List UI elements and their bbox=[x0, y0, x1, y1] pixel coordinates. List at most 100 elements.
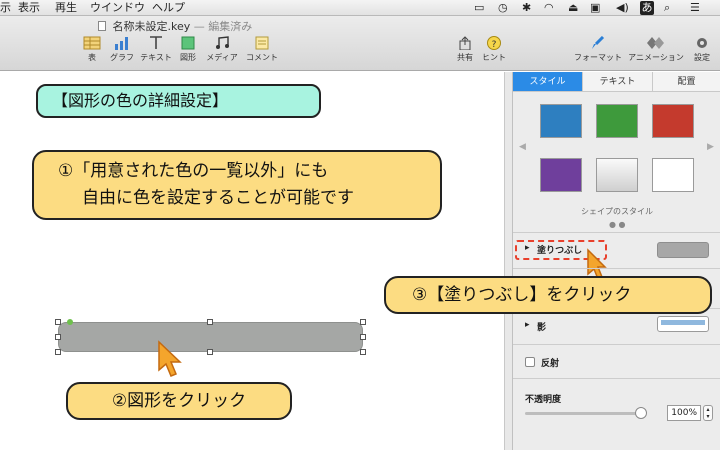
document-settings-label: 設定 bbox=[694, 53, 710, 62]
airplay-icon[interactable]: ▭ bbox=[474, 0, 484, 16]
shadow-preview bbox=[661, 320, 705, 325]
note-callout-2: ②図形をクリック bbox=[66, 382, 292, 420]
note-callout-1: ①「用意された色の一覧以外」にも 自由に色を設定することが可能です bbox=[32, 150, 442, 220]
shadow-style-picker[interactable] bbox=[657, 316, 709, 332]
spotlight-search-icon[interactable]: ⌕ bbox=[664, 0, 670, 16]
tab-style[interactable]: スタイル bbox=[513, 72, 583, 92]
menu-item-play[interactable]: 再生 bbox=[55, 0, 77, 16]
fill-label[interactable]: 塗りつぶし bbox=[537, 243, 582, 256]
chart-button-label: グラフ bbox=[110, 53, 134, 62]
battery-icon[interactable]: ▣ bbox=[590, 0, 600, 16]
opacity-label: 不透明度 bbox=[525, 395, 562, 405]
wifi-icon[interactable]: ◠ bbox=[544, 0, 554, 16]
text-icon bbox=[150, 36, 162, 49]
style-swatch-purple[interactable] bbox=[540, 158, 582, 192]
reflection-label: 反射 bbox=[541, 359, 560, 369]
table-icon bbox=[83, 36, 101, 50]
document-settings-button[interactable]: 設定 bbox=[684, 36, 720, 63]
selection-handle[interactable] bbox=[55, 349, 61, 355]
style-swatch-red[interactable] bbox=[652, 104, 694, 138]
selected-shape[interactable] bbox=[58, 322, 363, 352]
animation-button-label: アニメーション bbox=[628, 53, 684, 62]
shape-icon bbox=[181, 36, 195, 50]
selection-handle[interactable] bbox=[360, 334, 366, 340]
gear-icon bbox=[697, 38, 707, 48]
selection-handle[interactable] bbox=[207, 349, 213, 355]
eject-icon[interactable]: ⏏ bbox=[568, 0, 578, 16]
divider bbox=[513, 378, 720, 379]
opacity-stepper[interactable]: ▴ ▾ bbox=[703, 405, 713, 421]
format-button[interactable]: フォーマット bbox=[572, 36, 624, 63]
menu-item-window[interactable]: ウインドウ bbox=[90, 0, 145, 16]
svg-text:?: ? bbox=[492, 40, 497, 50]
page-indicator-dots: ● ● bbox=[609, 220, 626, 229]
volume-icon[interactable]: ◀) bbox=[616, 0, 629, 16]
style-swatch-white[interactable] bbox=[652, 158, 694, 192]
comment-button[interactable]: コメント bbox=[240, 36, 284, 63]
style-swatch-blue[interactable] bbox=[540, 104, 582, 138]
menu-bar: 示 表示 再生 ウインドウ ヘルプ ▭ ◷ ✱ ◠ ⏏ ▣ ◀) あ ⌕ ☰ bbox=[0, 0, 720, 16]
table-button-label: 表 bbox=[88, 53, 96, 62]
document-name: 名称未設定.key bbox=[112, 20, 191, 33]
input-mode-indicator[interactable]: あ bbox=[640, 1, 654, 15]
share-button-label: 共有 bbox=[457, 53, 473, 62]
selection-handle[interactable] bbox=[360, 349, 366, 355]
divider bbox=[513, 344, 720, 345]
menu-item-partial[interactable]: 示 bbox=[0, 0, 11, 16]
media-button[interactable]: メディア bbox=[200, 36, 244, 63]
media-button-label: メディア bbox=[206, 53, 238, 62]
opacity-slider-track[interactable] bbox=[525, 412, 643, 415]
tips-button-label: ヒント bbox=[482, 53, 506, 62]
animation-icon bbox=[647, 37, 664, 49]
menu-item-help[interactable]: ヘルプ bbox=[152, 0, 185, 16]
slide-canvas[interactable]: 【図形の色の詳細設定】 ①「用意された色の一覧以外」にも 自由に色を設定すること… bbox=[0, 72, 504, 450]
fill-color-well[interactable] bbox=[657, 242, 709, 258]
rotation-handle[interactable] bbox=[67, 319, 73, 325]
canvas-scroll-gutter bbox=[504, 72, 512, 450]
previous-styles-arrow-icon[interactable]: ◀ bbox=[519, 142, 526, 152]
menu-item-view[interactable]: 表示 bbox=[18, 0, 40, 16]
comment-icon bbox=[255, 36, 269, 50]
time-machine-icon[interactable]: ◷ bbox=[498, 0, 508, 16]
reflection-checkbox[interactable] bbox=[525, 357, 535, 367]
media-icon bbox=[216, 36, 229, 49]
question-icon: ? bbox=[487, 36, 501, 50]
document-edited-status: — 編集済み bbox=[193, 20, 253, 33]
shape-styles-label: シェイプのスタイル bbox=[581, 207, 653, 216]
shadow-disclosure-icon[interactable]: ▸ bbox=[525, 320, 530, 330]
note-1-line-2: 自由に色を設定することが可能です bbox=[82, 188, 354, 208]
document-title: 名称未設定.key — 編集済み bbox=[98, 18, 252, 34]
inspector-tabs: スタイル テキスト 配置 bbox=[513, 72, 720, 92]
comment-button-label: コメント bbox=[246, 53, 278, 62]
tips-button[interactable]: ? ヒント bbox=[472, 36, 516, 63]
heading-callout: 【図形の色の詳細設定】 bbox=[36, 84, 321, 118]
next-styles-arrow-icon[interactable]: ▶ bbox=[707, 142, 714, 152]
selection-handle[interactable] bbox=[55, 334, 61, 340]
animation-button[interactable]: アニメーション bbox=[628, 36, 684, 63]
format-inspector: スタイル テキスト 配置 ◀ ▶ シェイプのスタイル ● ● ▸ 塗りつぶし ▸… bbox=[512, 72, 720, 450]
fill-disclosure-icon[interactable]: ▸ bbox=[525, 243, 530, 253]
selection-handle[interactable] bbox=[55, 319, 61, 325]
document-file-icon bbox=[98, 21, 106, 31]
mouse-pointer-icon bbox=[158, 340, 182, 377]
tab-arrange[interactable]: 配置 bbox=[653, 72, 720, 92]
tab-text[interactable]: テキスト bbox=[583, 72, 653, 92]
fill-row[interactable]: ▸ 塗りつぶし bbox=[513, 238, 720, 262]
paintbrush-icon bbox=[592, 36, 605, 49]
note-callout-3: ③【塗りつぶし】をクリック bbox=[384, 276, 712, 314]
opacity-field[interactable]: 100% bbox=[667, 405, 701, 421]
shadow-label[interactable]: 影 bbox=[537, 320, 546, 333]
divider bbox=[513, 232, 720, 233]
format-button-label: フォーマット bbox=[574, 53, 622, 62]
notification-center-icon[interactable]: ☰ bbox=[690, 0, 700, 16]
opacity-slider-knob[interactable] bbox=[635, 407, 647, 419]
style-swatch-green[interactable] bbox=[596, 104, 638, 138]
selection-handle[interactable] bbox=[360, 319, 366, 325]
bluetooth-icon[interactable]: ✱ bbox=[522, 0, 531, 16]
selection-handle[interactable] bbox=[207, 319, 213, 325]
toolbar: 名称未設定.key — 編集済み 表 グラフ テキスト 図形 メディア コメント… bbox=[0, 16, 720, 71]
shape-button-label: 図形 bbox=[180, 53, 196, 62]
style-swatch-gray-gradient[interactable] bbox=[596, 158, 638, 192]
note-1-line-1: ①「用意された色の一覧以外」にも bbox=[58, 161, 329, 181]
chart-icon bbox=[115, 37, 128, 50]
